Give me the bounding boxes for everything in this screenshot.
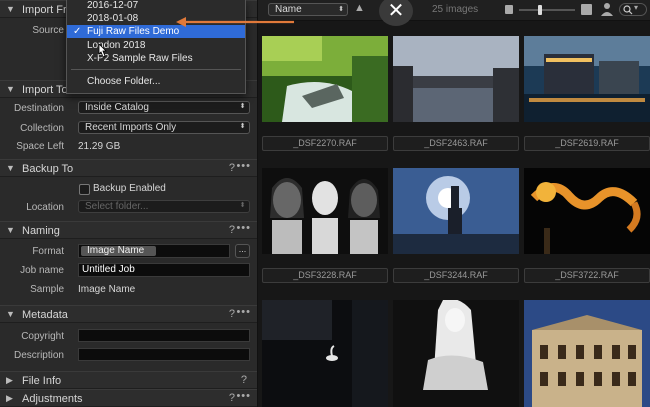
description-label: Description — [13, 350, 64, 361]
thumbnail-harbour-buildings[interactable] — [524, 36, 650, 122]
import-to-title: Import To — [22, 84, 68, 96]
menu-item-2016-12-07[interactable]: 2016-12-07 — [67, 0, 245, 12]
backup-enabled-checkbox[interactable] — [79, 184, 90, 195]
backup-to-title: Backup To — [22, 163, 74, 175]
destination-select[interactable]: Inside Catalog ⬍ — [78, 101, 250, 114]
thumbnail-size-slider[interactable] — [519, 9, 575, 11]
help-icon[interactable]: ? — [229, 162, 235, 174]
thumbnail-swan[interactable] — [262, 300, 388, 407]
thumbnail-statue-sunburst[interactable] — [393, 168, 519, 254]
menu-item-choose-folder[interactable]: Choose Folder... — [67, 75, 245, 88]
metadata-title: Metadata — [22, 309, 68, 321]
thumbnail-river-city[interactable] — [393, 36, 519, 122]
collapse-triangle-icon[interactable]: ▼ — [6, 4, 15, 14]
thumbnail-caption: _DSF3244.RAF — [393, 268, 519, 283]
thumbnail-caption: _DSF2463.RAF — [393, 136, 519, 151]
backup-enabled-label: Backup Enabled — [93, 183, 166, 194]
annotation-arrow-icon — [176, 17, 294, 27]
help-icon[interactable]: ? — [229, 308, 235, 320]
expand-triangle-icon[interactable]: ▶ — [6, 393, 13, 404]
checkmark-icon: ✓ — [73, 26, 82, 37]
metadata-header[interactable]: ▼ Metadata ? ••• — [0, 305, 257, 323]
more-options-icon[interactable]: ••• — [236, 306, 251, 318]
space-left-value: 21.29 GB — [78, 141, 121, 152]
description-input[interactable] — [78, 348, 250, 361]
space-left-label: Space Left — [16, 141, 64, 152]
import-from-title: Import Fr — [22, 4, 67, 16]
menu-divider — [71, 69, 241, 70]
slider-knob[interactable] — [538, 5, 542, 15]
select-arrows-icon: ⬍ — [239, 103, 246, 110]
sort-select[interactable]: Name ⬍ — [268, 3, 348, 16]
expand-triangle-icon[interactable]: ▶ — [6, 375, 13, 386]
source-label: Source — [32, 25, 64, 36]
collection-value: Recent Imports Only — [85, 122, 177, 133]
collapse-triangle-icon[interactable]: ▼ — [6, 309, 15, 319]
thumbnail-caption: _DSF3228.RAF — [262, 268, 388, 283]
select-arrows-icon: ⬍ — [338, 6, 344, 13]
browser-toolbar: Name ⬍ ▲ 25 images ▾ — [258, 0, 650, 21]
file-info-title: File Info — [22, 375, 62, 387]
collapse-triangle-icon[interactable]: ▼ — [6, 225, 15, 235]
menu-item-london-2018[interactable]: London 2018 — [67, 39, 245, 52]
thumbnail-dragon-lantern[interactable] — [524, 168, 650, 254]
sample-label: Sample — [30, 284, 64, 295]
thumbnail-veiled-figure[interactable] — [393, 300, 519, 407]
thumbnail-caption: _DSF2619.RAF — [524, 136, 650, 151]
sort-value: Name — [275, 4, 302, 15]
help-icon[interactable]: ? — [229, 224, 235, 236]
collapse-triangle-icon[interactable]: ▼ — [6, 163, 15, 173]
copyright-input[interactable] — [78, 329, 250, 342]
location-select[interactable]: Select folder... ⬍ — [78, 200, 250, 213]
chevron-down-icon: ▾ — [634, 3, 639, 12]
job-name-label: Job name — [20, 265, 64, 276]
destination-value: Inside Catalog — [85, 102, 149, 113]
thumbnail-caption: _DSF2270.RAF — [262, 136, 388, 151]
user-icon[interactable] — [601, 2, 613, 19]
mouse-pointer-icon — [96, 43, 108, 63]
job-name-input[interactable]: Untitled Job — [78, 263, 250, 277]
adjustments-header[interactable]: ▶ Adjustments ? ••• — [0, 389, 257, 407]
adjustments-title: Adjustments — [22, 393, 83, 405]
thumbnail-waterfall[interactable] — [262, 36, 388, 122]
format-label: Format — [32, 246, 64, 257]
source-dropdown-menu: 2016-12-07 2018-01-08 ✓ Fuji Raw Files D… — [66, 0, 246, 94]
more-options-icon[interactable]: ••• — [236, 160, 251, 172]
image-count: 25 images — [432, 4, 479, 15]
more-options-icon[interactable]: ••• — [236, 222, 251, 234]
help-icon[interactable]: ? — [241, 374, 247, 386]
image-name-token[interactable]: Image Name — [81, 246, 157, 256]
thumbnail-ornate-building[interactable] — [524, 300, 650, 407]
thumbnail-mannequins[interactable] — [262, 168, 388, 254]
close-icon[interactable]: ✕ — [379, 0, 413, 26]
collapse-triangle-icon[interactable]: ▼ — [6, 84, 15, 94]
large-thumbnail-icon[interactable] — [581, 4, 592, 15]
collection-select[interactable]: Recent Imports Only ⬍ — [78, 121, 250, 134]
destination-label: Destination — [13, 103, 64, 114]
thumbnail-caption: _DSF3722.RAF — [524, 268, 650, 283]
sort-direction-icon[interactable]: ▲ — [354, 2, 365, 14]
select-arrows-icon: ⬍ — [239, 202, 246, 209]
sample-value: Image Name — [78, 284, 136, 295]
backup-to-header[interactable]: ▼ Backup To ? ••• — [0, 159, 257, 177]
format-field[interactable]: Image Name — [78, 244, 230, 258]
help-icon[interactable]: ? — [229, 392, 235, 404]
search-icon — [623, 5, 633, 15]
more-options-icon[interactable]: ••• — [236, 390, 251, 402]
location-placeholder: Select folder... — [85, 201, 149, 212]
copyright-label: Copyright — [21, 331, 64, 342]
select-arrows-icon: ⬍ — [239, 123, 246, 130]
collection-label: Collection — [20, 123, 64, 134]
small-thumbnail-icon[interactable] — [505, 5, 513, 14]
location-label: Location — [26, 202, 64, 213]
image-browser: Name ⬍ ▲ 25 images ▾ _DSF2270.RAF _DSF24… — [258, 0, 650, 407]
search-field[interactable]: ▾ — [619, 3, 647, 16]
file-info-header[interactable]: ▶ File Info ? — [0, 371, 257, 389]
format-more-button[interactable]: ... — [235, 244, 250, 258]
naming-header[interactable]: ▼ Naming ? ••• — [0, 221, 257, 239]
naming-title: Naming — [22, 225, 60, 237]
menu-item-x-p2-sample[interactable]: X-P2 Sample Raw Files — [67, 52, 245, 65]
